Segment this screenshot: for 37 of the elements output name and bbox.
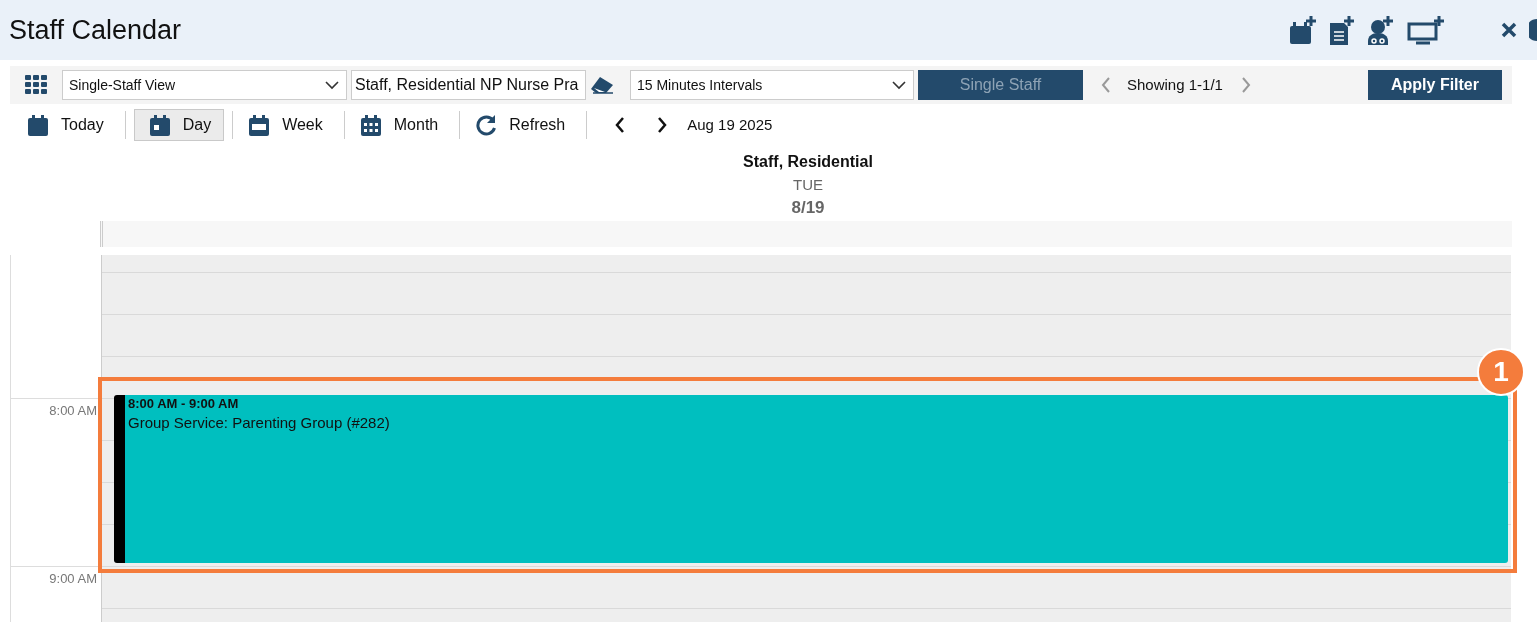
chevron-down-icon xyxy=(324,80,340,90)
staff-name: Staff, Residential xyxy=(743,152,873,172)
interval-select[interactable]: 15 Minutes Intervals xyxy=(630,70,914,100)
weekday-label: TUE xyxy=(793,176,823,193)
staff-field[interactable]: Staff, Residential NP Nurse Pra xyxy=(351,70,586,100)
apply-filter-button[interactable]: Apply Filter xyxy=(1368,70,1502,100)
view-tab[interactable]: Day xyxy=(133,109,225,141)
showing-count: Showing 1-1/1 xyxy=(1127,74,1223,95)
calendar-event[interactable]: 8:00 AM - 9:00 AM Group Service: Parenting Group (#282) xyxy=(114,395,1508,563)
calendar-icon xyxy=(248,113,271,137)
document-plus-icon[interactable] xyxy=(1329,15,1355,45)
chevron-down-icon xyxy=(891,80,907,90)
calendar-plus-icon[interactable] xyxy=(1289,15,1317,45)
window-title: Staff Calendar xyxy=(9,13,183,47)
doctor-plus-icon[interactable] xyxy=(1367,15,1395,45)
calendar-icon xyxy=(27,113,49,137)
event-title: Group Service: Parenting Group (#282) xyxy=(128,414,390,431)
time-label: 8:00 AM xyxy=(49,403,97,418)
close-icon[interactable] xyxy=(1501,22,1517,38)
annotation-number: 1 xyxy=(1477,348,1525,396)
calendar-icon xyxy=(148,113,171,137)
refresh-icon xyxy=(475,114,498,136)
view-tab[interactable]: Today xyxy=(20,109,117,141)
calendar-icon xyxy=(359,113,382,137)
event-time: 8:00 AM - 9:00 AM xyxy=(128,396,239,411)
current-date: Aug 19 2025 xyxy=(687,114,773,135)
view-tab[interactable]: Month xyxy=(352,109,452,141)
view-select[interactable]: Single-Staff View xyxy=(62,70,347,100)
time-label: 9:00 AM xyxy=(49,571,97,586)
monitor-plus-icon[interactable] xyxy=(1407,15,1445,45)
date-label: 8/19 xyxy=(791,197,825,217)
refresh-button[interactable]: Refresh xyxy=(468,109,579,141)
view-tab[interactable]: Week xyxy=(241,109,336,141)
eraser-icon[interactable] xyxy=(590,76,614,94)
grid-icon[interactable] xyxy=(25,75,47,95)
chevron-left-icon[interactable] xyxy=(615,117,626,133)
chevron-right-icon[interactable] xyxy=(657,117,668,133)
